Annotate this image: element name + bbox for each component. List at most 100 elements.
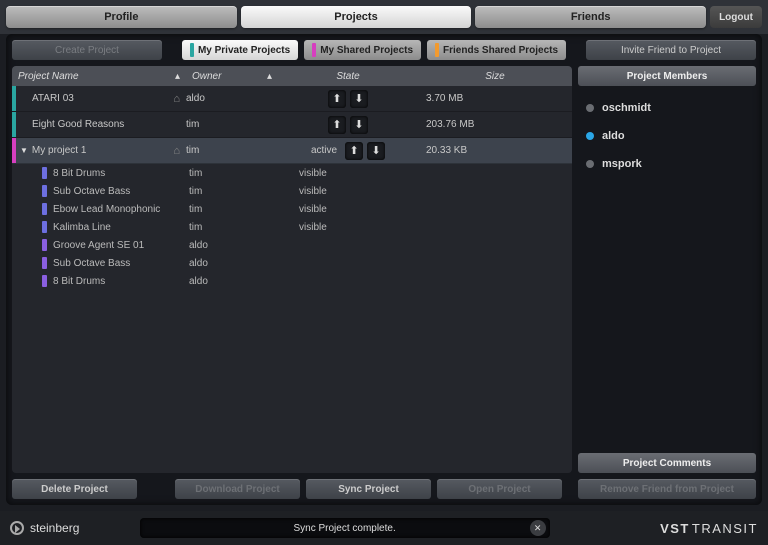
home-icon: ⌂	[173, 145, 180, 157]
project-owner: aldo	[186, 93, 278, 104]
brand-left-text: steinberg	[30, 521, 79, 535]
project-owner: tim	[186, 145, 278, 156]
track-owner: aldo	[189, 276, 281, 287]
remove-friend-button[interactable]: Remove Friend from Project	[578, 479, 756, 499]
member-item[interactable]: oschmidt	[586, 94, 748, 122]
track-name: Groove Agent SE 01	[53, 240, 189, 251]
status-dot-icon	[586, 104, 594, 112]
project-row[interactable]: ATARI 03 ⌂ aldo ⬆ ⬇ 3.70 MB	[12, 86, 572, 112]
tab-profile[interactable]: Profile	[6, 6, 237, 28]
download-icon[interactable]: ⬇	[367, 142, 385, 160]
track-state: visible	[281, 168, 421, 179]
filter-shared-projects[interactable]: My Shared Projects	[304, 40, 421, 60]
status-close-icon[interactable]: ✕	[530, 520, 546, 536]
open-project-button[interactable]: Open Project	[437, 479, 562, 499]
filter-swatch-icon	[435, 43, 439, 57]
content-row: Project Name▴ Owner▴ State Size ATARI 03…	[12, 66, 756, 473]
status-bar: Sync Project complete. ✕	[140, 518, 550, 538]
tab-friends[interactable]: Friends	[475, 6, 706, 28]
download-icon[interactable]: ⬇	[350, 116, 368, 134]
filter-private-label: My Private Projects	[198, 45, 290, 56]
create-project-button[interactable]: Create Project	[12, 40, 162, 60]
project-body[interactable]: ATARI 03 ⌂ aldo ⬆ ⬇ 3.70 MB Eight Good R…	[12, 86, 572, 473]
app-root: Profile Projects Friends Logout Create P…	[0, 0, 768, 545]
track-row[interactable]: Sub Octave Bass tim visible	[12, 182, 572, 200]
track-color-icon	[42, 257, 47, 269]
download-project-button[interactable]: Download Project	[175, 479, 300, 499]
upload-icon[interactable]: ⬆	[328, 90, 346, 108]
upload-icon[interactable]: ⬆	[328, 116, 346, 134]
invite-friend-button[interactable]: Invite Friend to Project	[586, 40, 756, 60]
track-row[interactable]: Sub Octave Bass aldo	[12, 254, 572, 272]
main-panel: Create Project My Private Projects My Sh…	[6, 34, 762, 505]
toolbar: Create Project My Private Projects My Sh…	[12, 40, 756, 60]
tab-projects[interactable]: Projects	[241, 6, 472, 28]
filter-private-projects[interactable]: My Private Projects	[182, 40, 298, 60]
track-row[interactable]: Kalimba Line tim visible	[12, 218, 572, 236]
project-name: Eight Good Reasons	[32, 119, 124, 130]
col-name[interactable]: Project Name▴	[12, 66, 186, 86]
project-size: 3.70 MB	[418, 93, 572, 104]
track-row[interactable]: Ebow Lead Monophonic tim visible	[12, 200, 572, 218]
project-size: 203.76 MB	[418, 119, 572, 130]
brand-transit: TRANSIT	[692, 521, 758, 536]
track-owner: aldo	[189, 258, 281, 269]
track-color-icon	[42, 275, 47, 287]
status-dot-icon	[586, 160, 594, 168]
steinberg-logo-icon	[10, 521, 24, 535]
col-owner[interactable]: Owner▴	[186, 66, 278, 86]
home-icon: ⌂	[173, 93, 180, 105]
track-owner: aldo	[189, 240, 281, 251]
upload-icon[interactable]: ⬆	[345, 142, 363, 160]
member-name: oschmidt	[602, 102, 651, 114]
track-color-icon	[42, 167, 47, 179]
member-name: mspork	[602, 158, 642, 170]
col-size[interactable]: Size	[418, 66, 572, 86]
status-text: Sync Project complete.	[293, 523, 395, 534]
track-owner: tim	[189, 222, 281, 233]
logout-button[interactable]: Logout	[710, 6, 762, 28]
track-name: Sub Octave Bass	[53, 186, 189, 197]
filter-swatch-icon	[312, 43, 316, 57]
sidebar: Project Members oschmidt aldo mspork Proje…	[578, 66, 756, 473]
track-owner: tim	[189, 168, 281, 179]
sync-project-button[interactable]: Sync Project	[306, 479, 431, 499]
project-row[interactable]: ▼ My project 1 ⌂ tim active ⬆ ⬇ 20.33 KB	[12, 138, 572, 164]
delete-project-button[interactable]: Delete Project	[12, 479, 137, 499]
member-list: oschmidt aldo mspork	[578, 86, 756, 453]
project-header: Project Name▴ Owner▴ State Size	[12, 66, 572, 86]
track-name: 8 Bit Drums	[53, 168, 189, 179]
bottom-actions: Delete Project Download Project Sync Pro…	[12, 479, 756, 499]
brand-steinberg: steinberg	[10, 521, 79, 535]
members-header[interactable]: Project Members	[578, 66, 756, 86]
member-item[interactable]: aldo	[586, 122, 748, 150]
member-item[interactable]: mspork	[586, 150, 748, 178]
project-row[interactable]: Eight Good Reasons tim ⬆ ⬇ 203.76 MB	[12, 112, 572, 138]
footer: steinberg Sync Project complete. ✕ VST T…	[0, 511, 768, 545]
track-name: 8 Bit Drums	[53, 276, 189, 287]
project-owner: tim	[186, 119, 278, 130]
track-state: visible	[281, 204, 421, 215]
filter-friends-label: Friends Shared Projects	[443, 45, 558, 56]
track-color-icon	[42, 185, 47, 197]
status-dot-icon	[586, 132, 594, 140]
brand-vst: VST	[660, 521, 690, 536]
track-color-icon	[42, 221, 47, 233]
track-row[interactable]: 8 Bit Drums aldo	[12, 272, 572, 290]
track-row[interactable]: Groove Agent SE 01 aldo	[12, 236, 572, 254]
filter-friends-projects[interactable]: Friends Shared Projects	[427, 40, 566, 60]
col-state[interactable]: State	[278, 66, 418, 86]
track-color-icon	[42, 203, 47, 215]
comments-header[interactable]: Project Comments	[578, 453, 756, 473]
top-tabs: Profile Projects Friends Logout	[0, 0, 768, 34]
project-state: active	[311, 145, 337, 156]
download-icon[interactable]: ⬇	[350, 90, 368, 108]
project-name: My project 1	[32, 145, 86, 156]
expand-icon[interactable]: ▼	[20, 146, 28, 155]
member-name: aldo	[602, 130, 625, 142]
track-name: Kalimba Line	[53, 222, 189, 233]
track-row[interactable]: 8 Bit Drums tim visible	[12, 164, 572, 182]
brand-vst-transit: VST TRANSIT	[660, 521, 758, 536]
track-owner: tim	[189, 204, 281, 215]
filter-shared-label: My Shared Projects	[320, 45, 413, 56]
